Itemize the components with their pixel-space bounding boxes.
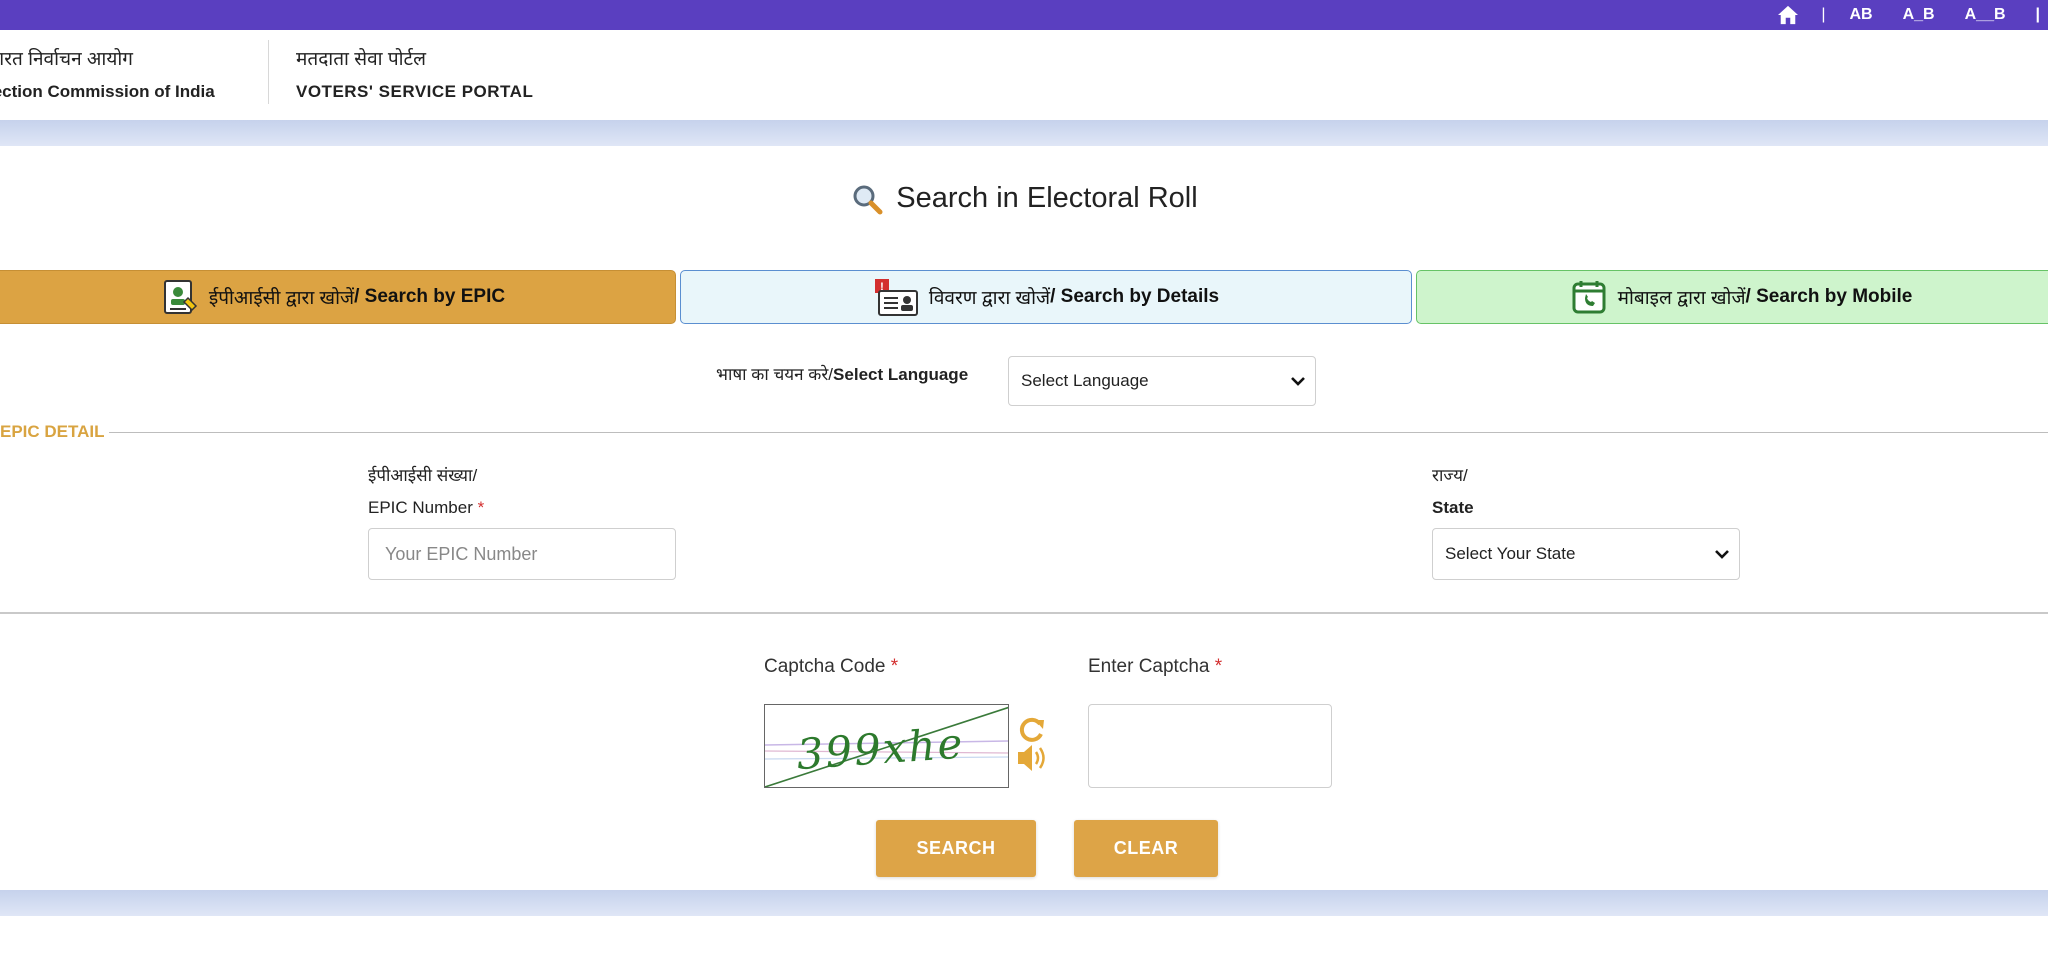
captcha-graphic: 399xhe <box>765 706 1008 787</box>
topbar-separator: | <box>1821 6 1826 23</box>
language-label: भाषा का चयन करे/Select Language <box>716 362 968 385</box>
search-button[interactable]: SEARCH <box>876 820 1036 877</box>
epic-number-placeholder: Your EPIC Number <box>385 543 538 564</box>
epic-number-label-english: EPIC Number <box>368 498 473 517</box>
tab-search-by-details[interactable]: ! विवरण द्वारा खोजें / Search by Details <box>680 270 1412 324</box>
language-label-hindi: भाषा का चयन करे/ <box>716 365 834 384</box>
language-label-english: Select Language <box>833 365 969 384</box>
state-select[interactable]: Select Your State <box>1432 528 1740 580</box>
captcha-image: 399xhe <box>764 704 1009 788</box>
tab-mobile-english: / Search by Mobile <box>1745 286 1913 307</box>
language-select-value: Select Language <box>1021 371 1149 390</box>
header-divider <box>268 40 269 104</box>
eci-name-english: lection Commission of India <box>0 82 215 101</box>
captcha-input[interactable] <box>1088 704 1332 788</box>
text-size-normal-link[interactable]: AB <box>1849 6 1872 24</box>
epic-number-input[interactable]: Your EPIC Number <box>368 528 676 580</box>
home-icon[interactable] <box>1777 5 1799 25</box>
accessibility-links: | AB A_B A__B | <box>1777 0 2040 30</box>
text-size-medium-link[interactable]: A_B <box>1903 6 1935 24</box>
required-mark: * <box>1214 656 1223 677</box>
text-size-large-link[interactable]: A__B <box>1965 6 2006 24</box>
clear-button[interactable]: CLEAR <box>1074 820 1218 877</box>
chevron-down-icon <box>1291 377 1305 386</box>
header-band <box>0 120 2048 146</box>
epic-detail-legend: EPIC DETAIL <box>0 422 109 442</box>
chevron-down-icon <box>1715 550 1729 559</box>
enter-captcha-label: Enter Captcha * <box>1088 656 1222 678</box>
captcha-code-label-text: Captcha Code <box>764 656 886 677</box>
state-label-hindi: राज्य/ <box>1432 466 1468 485</box>
footer-band <box>0 890 2048 916</box>
portal-name-hindi: मतदाता सेवा पोर्टल <box>296 49 427 70</box>
epic-detail-rule <box>0 432 2048 433</box>
page-title-text: Search in Electoral Roll <box>896 182 1198 214</box>
section-divider <box>0 612 2048 614</box>
tab-mobile-hindi: मोबाइल द्वारा खोजें <box>1617 288 1746 309</box>
tab-details-hindi: विवरण द्वारा खोजें <box>928 288 1051 309</box>
refresh-icon[interactable] <box>1019 717 1044 742</box>
details-form-icon: ! <box>874 279 918 316</box>
state-select-value: Select Your State <box>1445 544 1576 563</box>
required-mark: * <box>477 498 485 517</box>
id-card-icon <box>163 280 197 314</box>
epic-number-label: ईपीआईसी संख्या/ EPIC Number * <box>368 460 484 524</box>
audio-icon[interactable] <box>1018 745 1045 771</box>
state-label-english: State <box>1432 498 1474 517</box>
page-title: Search in Electoral Roll <box>0 182 2048 216</box>
eci-brand[interactable]: ारत निर्वाचन आयोग lection Commission of … <box>0 44 215 108</box>
state-label: राज्य/ State <box>1432 460 1474 524</box>
portal-name-english: VOTERS' SERVICE PORTAL <box>296 82 534 101</box>
captcha-code-label: Captcha Code * <box>764 656 898 678</box>
eci-name-hindi: ारत निर्वाचन आयोग <box>0 49 133 70</box>
tab-details-english: / Search by Details <box>1050 286 1220 307</box>
search-icon <box>853 185 883 215</box>
language-row: भाषा का चयन करे/Select Language Select L… <box>0 356 2048 406</box>
tab-search-by-mobile[interactable]: मोबाइल द्वारा खोजें / Search by Mobile <box>1416 270 2048 324</box>
mobile-calendar-icon <box>1572 281 1606 314</box>
epic-number-label-hindi: ईपीआईसी संख्या/ <box>368 466 478 485</box>
tab-epic-english: / Search by EPIC <box>354 286 506 307</box>
tab-epic-hindi: ईपीआईसी द्वारा खोजें <box>208 288 355 309</box>
enter-captcha-label-text: Enter Captcha <box>1088 656 1210 677</box>
language-select[interactable]: Select Language <box>1008 356 1316 406</box>
top-bar: | AB A_B A__B | <box>0 0 2048 30</box>
captcha-tools <box>1018 717 1045 771</box>
tab-search-by-epic[interactable]: ईपीआईसी द्वारा खोजें / Search by EPIC <box>0 270 676 324</box>
portal-brand[interactable]: मतदाता सेवा पोर्टल VOTERS' SERVICE PORTA… <box>296 44 533 108</box>
site-header: ारत निर्वाचन आयोग lection Commission of … <box>0 30 2048 120</box>
topbar-trailing-separator: | <box>2035 6 2040 23</box>
captcha-text: 399xhe <box>795 719 966 780</box>
required-mark: * <box>890 656 899 677</box>
